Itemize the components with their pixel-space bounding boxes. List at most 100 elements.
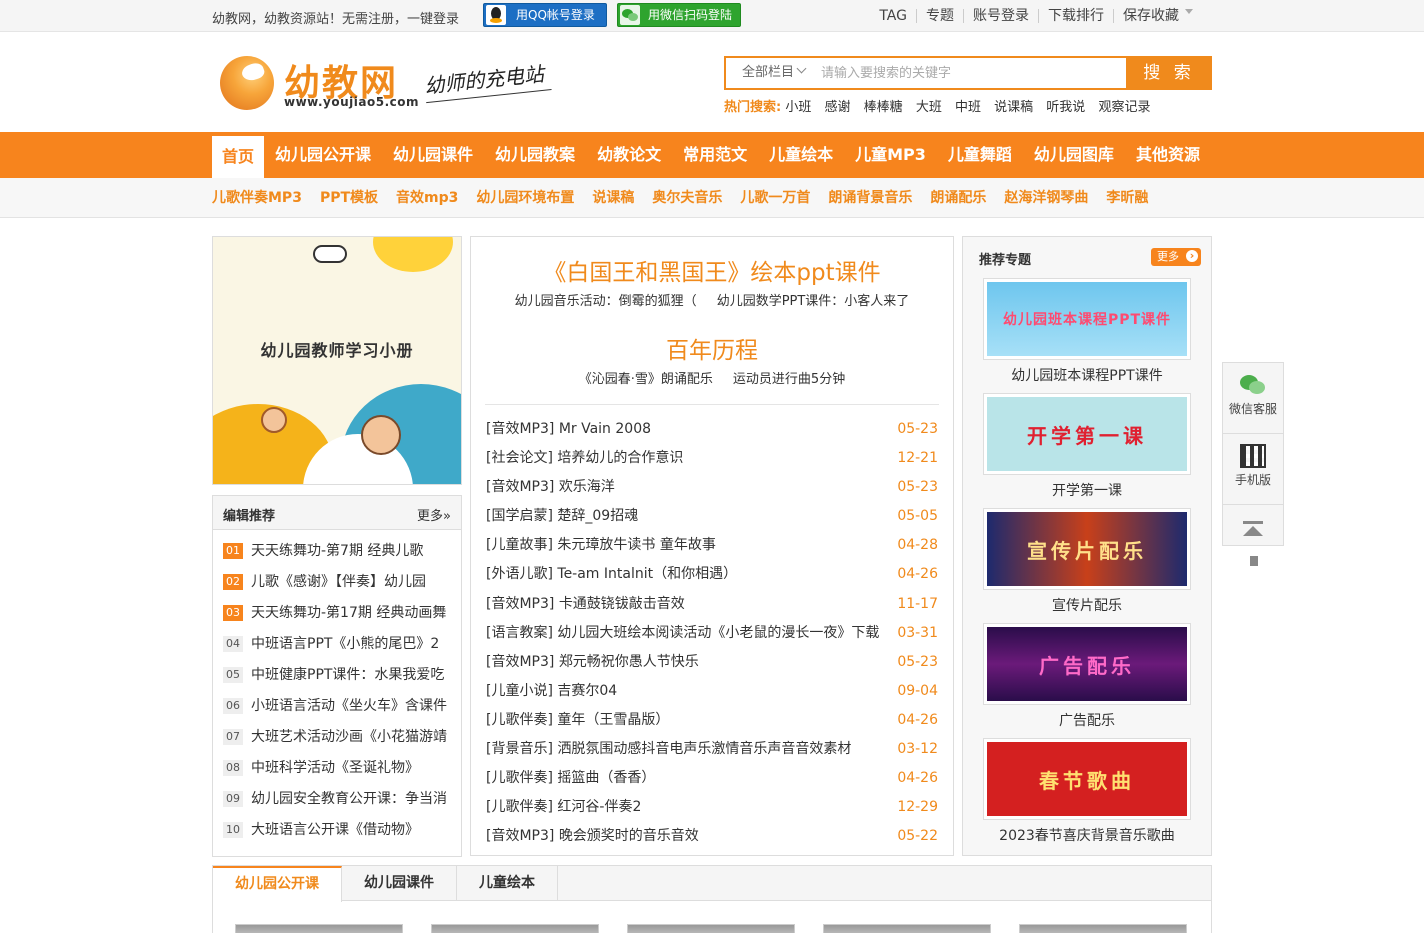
top-link-tag[interactable]: TAG — [870, 9, 916, 23]
headline-title[interactable]: 《白国王和黑国王》绘本ppt课件 — [471, 253, 953, 287]
topic-card[interactable]: 幼儿园班本课程PPT课件 幼儿园班本课程PPT课件 — [984, 279, 1190, 394]
editor-more-link[interactable]: 更多» — [417, 505, 451, 524]
top-link-favorite[interactable]: 保存收藏 — [1113, 9, 1202, 23]
search-button[interactable]: 搜 索 — [1126, 56, 1212, 90]
tab-open-class[interactable]: 幼儿园公开课 — [213, 866, 342, 902]
topic-card[interactable]: 广告配乐 广告配乐 — [984, 624, 1190, 739]
topics-more-button[interactable]: 更多 — [1151, 248, 1201, 266]
news-item[interactable]: [外语儿歌] Te-am Intalnit（和你相遇） 04-26 — [486, 560, 938, 589]
subnav-item[interactable]: 音效mp3 — [396, 178, 458, 218]
editor-picks-title: 编辑推荐 — [223, 509, 276, 524]
list-item[interactable]: 10 大班语言公开课《借动物》 — [223, 815, 451, 846]
news-item[interactable]: [国学启蒙] 楚辞_09招魂 05-05 — [486, 502, 938, 531]
top-link-downloads[interactable]: 下载排行 — [1038, 9, 1113, 23]
nav-item[interactable]: 幼儿园公开课 — [264, 132, 382, 178]
list-item[interactable]: 08 中班科学活动《圣诞礼物》 — [223, 753, 451, 784]
news-item[interactable]: [语言教案] 幼儿园大班绘本阅读活动《小老鼠的漫长一夜》下载 03-31 — [486, 619, 938, 648]
wechat-service-button[interactable]: 微信客服 — [1223, 373, 1283, 434]
subnav-item[interactable]: 说课稿 — [592, 178, 634, 218]
nav-item[interactable]: 幼儿园课件 — [382, 132, 484, 178]
subnav-item[interactable]: 朗诵配乐 — [930, 178, 986, 218]
main-content: 幼儿园教师学习小册 编辑推荐 更多» 01 天天练舞功-第7期 经典儿歌 02 儿歌… — [212, 236, 1212, 857]
list-item[interactable]: 04 中班语言PPT《小熊的尾巴》2 — [223, 629, 451, 660]
back-to-top-button[interactable] — [1223, 521, 1283, 582]
topic-image: 宣传片配乐 — [984, 509, 1190, 589]
subnav-item[interactable]: PPT模板 — [320, 178, 378, 218]
banner-image[interactable]: 幼儿园教师学习小册 — [212, 236, 462, 485]
list-item[interactable]: 05 中班健康PPT课件：水果我爱吃 — [223, 660, 451, 691]
headline-link[interactable]: 运动员进行曲5分钟 — [733, 372, 845, 387]
subnav-item[interactable]: 朗诵背景音乐 — [828, 178, 912, 218]
list-item[interactable]: 07 大班艺术活动沙画《小花猫游靖 — [223, 722, 451, 753]
headline-link[interactable]: 幼儿园音乐活动：倒霉的狐狸（ — [515, 294, 697, 309]
subnav-item[interactable]: 李昕融 — [1106, 178, 1148, 218]
list-item[interactable]: 06 小班语言活动《坐火车》含课件 — [223, 691, 451, 722]
headline-link[interactable]: 《沁园春·雪》朗诵配乐 — [579, 372, 713, 387]
hot-word[interactable]: 感谢 — [825, 100, 851, 115]
hot-word[interactable]: 说课稿 — [994, 100, 1033, 115]
subnav-item[interactable]: 儿歌伴奏MP3 — [212, 178, 302, 218]
search-category-select[interactable]: 全部栏目 — [726, 58, 821, 88]
top-link-login[interactable]: 账号登录 — [963, 9, 1038, 23]
nav-item[interactable]: 幼儿园图库 — [1023, 132, 1125, 178]
topic-card[interactable]: 开学第一课 开学第一课 — [984, 394, 1190, 509]
nav-item[interactable]: 儿童舞蹈 — [937, 132, 1023, 178]
wechat-icon — [1240, 373, 1266, 397]
thumbnail[interactable] — [235, 924, 403, 933]
arrow-up-icon — [1240, 521, 1266, 545]
search-input[interactable] — [821, 62, 1121, 84]
subnav-item[interactable]: 奥尔夫音乐 — [652, 178, 722, 218]
hot-word[interactable]: 听我说 — [1046, 100, 1085, 115]
thumbnail[interactable] — [627, 924, 795, 933]
hot-word[interactable]: 小班 — [785, 100, 811, 115]
mobile-version-button[interactable]: 手机版 — [1223, 444, 1283, 505]
topic-card[interactable]: 春节歌曲 2023春节喜庆背景音乐歌曲 — [984, 739, 1190, 854]
headline-title-2[interactable]: 百年历程 — [471, 331, 953, 365]
nav-home[interactable]: 首页 — [212, 136, 265, 178]
news-item[interactable]: [背景音乐] 洒脱氛围动感抖音电声乐激情音乐声音音效素材 03-12 — [486, 735, 938, 764]
thumbnail[interactable] — [431, 924, 599, 933]
news-item[interactable]: [音效MP3] 欢乐海洋 05-23 — [486, 473, 938, 502]
nav-item[interactable]: 儿童MP3 — [844, 132, 937, 178]
thumbnail[interactable] — [823, 924, 991, 933]
news-item[interactable]: [音效MP3] 卡通鼓铙钹敲击音效 11-17 — [486, 590, 938, 619]
nav-item[interactable]: 幼教论文 — [586, 132, 672, 178]
hot-word[interactable]: 大班 — [916, 100, 942, 115]
topic-card[interactable]: 宣传片配乐 宣传片配乐 — [984, 509, 1190, 624]
news-item[interactable]: [儿歌伴奏] 摇篮曲（香香） 04-26 — [486, 764, 938, 793]
nav-item[interactable]: 儿童绘本 — [758, 132, 844, 178]
subnav-item[interactable]: 赵海洋钢琴曲 — [1004, 178, 1088, 218]
thumbnail[interactable] — [1019, 924, 1187, 933]
news-item[interactable]: [儿歌伴奏] 红河谷-伴奏2 12-29 — [486, 793, 938, 822]
topic-caption: 宣传片配乐 — [1052, 598, 1122, 614]
news-item[interactable]: [社会论文] 培养幼儿的合作意识 12-21 — [486, 444, 938, 473]
news-item[interactable]: [儿童小说] 吉赛尔04 09-04 — [486, 677, 938, 706]
hot-word[interactable]: 中班 — [955, 100, 981, 115]
slogan: 幼师的充电站 — [423, 58, 545, 99]
news-item[interactable]: [音效MP3] Mr Vain 2008 05-23 — [486, 415, 938, 444]
nav-item[interactable]: 常用范文 — [672, 132, 758, 178]
subnav-item[interactable]: 幼儿园环境布置 — [476, 178, 574, 218]
list-item[interactable]: 03 天天练舞功-第17期 经典动画舞 — [223, 598, 451, 629]
hot-word[interactable]: 观察记录 — [1098, 100, 1150, 115]
news-item[interactable]: [儿童故事] 朱元璋放牛读书 童年故事 04-28 — [486, 531, 938, 560]
news-item[interactable]: [儿歌伴奏] 童年（王雪晶版） 04-26 — [486, 706, 938, 735]
list-item[interactable]: 02 儿歌《感谢》【伴奏】幼儿园 — [223, 567, 451, 598]
news-item[interactable]: [音效MP3] 晚会颁奖时的音乐音效 05-22 — [486, 822, 938, 851]
list-item[interactable]: 01 天天练舞功-第7期 经典儿歌 — [223, 536, 451, 567]
site-logo[interactable]: 幼教网 www.youjiao5.com — [220, 54, 420, 114]
logo-icon — [220, 56, 274, 110]
wechat-login-button[interactable]: 用微信扫码登陆 — [617, 3, 741, 27]
nav-item[interactable]: 幼儿园教案 — [484, 132, 586, 178]
list-item[interactable]: 09 幼儿园安全教育公开课：争当消 — [223, 784, 451, 815]
news-item[interactable]: [音效MP3] 郑元畅祝你愚人节快乐 05-23 — [486, 648, 938, 677]
subnav-item[interactable]: 儿歌一万首 — [740, 178, 810, 218]
hot-search: 热门搜索: 小班 感谢 棒棒糖 大班 中班 说课稿 听我说 观察记录 — [724, 100, 1151, 115]
top-link-topics[interactable]: 专题 — [916, 9, 963, 23]
tab-courseware[interactable]: 幼儿园课件 — [342, 866, 457, 900]
nav-item[interactable]: 其他资源 — [1125, 132, 1211, 178]
qq-login-button[interactable]: 用QQ帐号登录 — [483, 3, 607, 27]
hot-word[interactable]: 棒棒糖 — [864, 100, 903, 115]
tab-picture-books[interactable]: 儿童绘本 — [457, 866, 558, 900]
headline-link[interactable]: 幼儿园数学PPT课件：小客人来了 — [717, 294, 910, 309]
